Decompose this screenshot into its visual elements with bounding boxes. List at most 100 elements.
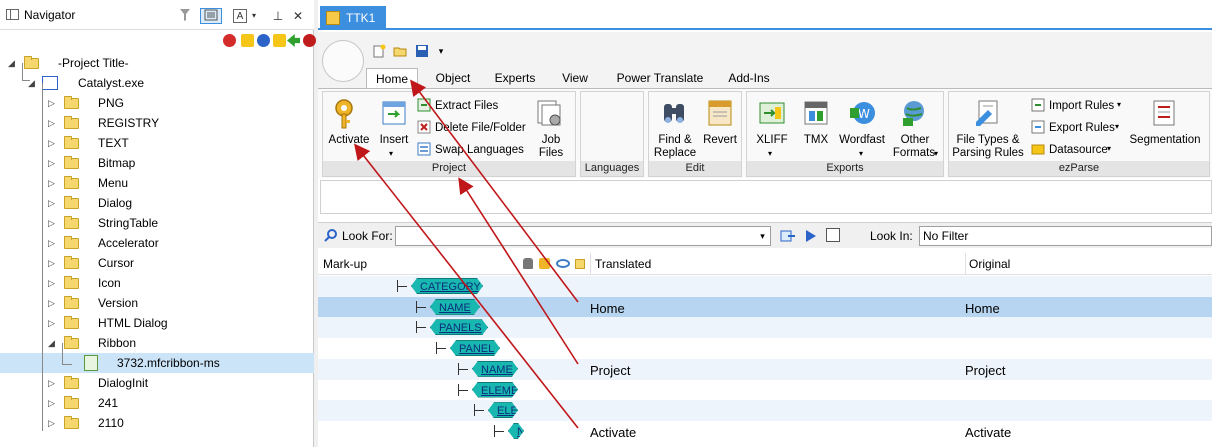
datasource-label: Datasource — [1049, 144, 1108, 156]
pin-icon[interactable]: ⊥ — [272, 8, 284, 24]
tab-home[interactable]: Home — [366, 68, 418, 89]
folder-icon — [64, 276, 79, 289]
bookmark-icon[interactable] — [273, 34, 286, 47]
xliff-icon — [757, 98, 787, 128]
back-arrow-icon[interactable] — [287, 34, 300, 47]
tree-item-label: StringTable — [98, 216, 159, 230]
tab-view[interactable]: View — [550, 68, 600, 89]
navigator-header: Navigator A ▾ ⊥ ✕ — [0, 0, 314, 30]
markup-tag[interactable]: ELEMENTS — [472, 382, 518, 398]
table-row[interactable]: NAME Activate Activate — [318, 420, 1212, 442]
play-icon[interactable] — [804, 228, 818, 244]
table-row[interactable]: PANEL — [318, 338, 1212, 360]
filter-icon[interactable] — [178, 8, 192, 24]
chevron-down-icon[interactable]: ▾ — [755, 227, 770, 245]
options-checkbox[interactable] — [826, 228, 840, 242]
table-row[interactable]: ELEMENT — [318, 400, 1212, 422]
tree-item-label: -Project Title- — [58, 56, 129, 70]
other-formats-label-1: Other — [900, 134, 930, 146]
close-icon[interactable]: ✕ — [292, 8, 304, 24]
translated-cell[interactable]: Home — [590, 301, 625, 316]
job-files-label-2: Files — [538, 147, 564, 159]
collapse-icon[interactable]: ◢ — [8, 53, 15, 73]
project-icon — [326, 11, 340, 25]
column-translated[interactable]: Translated — [595, 257, 651, 271]
tree-item-label: Catalyst.exe — [78, 76, 145, 90]
markup-tag[interactable]: ELEMENT — [488, 402, 518, 418]
table-row[interactable]: PANELS — [318, 317, 1212, 339]
table-row[interactable]: NAME Home Home — [318, 296, 1212, 318]
folder-icon — [64, 96, 79, 109]
tree-item-label: REGISTRY — [98, 116, 160, 130]
tree-item-label: Bitmap — [98, 156, 136, 170]
save-icon[interactable] — [415, 44, 429, 58]
markup-tag[interactable]: CATEGORY — [411, 278, 483, 294]
group-project: Activate Insert ▾ Extract Files Delete F… — [322, 91, 576, 177]
delete-icon — [417, 120, 431, 134]
revert-label: Revert — [703, 134, 737, 146]
tree-item-label: Cursor — [98, 256, 135, 270]
tab-object[interactable]: Object — [426, 68, 480, 89]
cancel-icon[interactable] — [303, 34, 316, 47]
original-cell: Activate — [965, 424, 1012, 440]
group-ezparse: File Types & Parsing Rules Import Rules … — [948, 91, 1210, 177]
new-file-icon[interactable] — [372, 44, 386, 58]
folder-icon — [64, 216, 79, 229]
chevron-down-icon: ▾ — [1107, 144, 1112, 153]
tree-item-label: 241 — [98, 396, 119, 410]
chevron-down-icon[interactable]: ▾ — [250, 8, 258, 24]
folder-icon — [64, 416, 79, 429]
table-row[interactable]: ELEMENTS — [318, 379, 1212, 401]
info-icon[interactable] — [257, 34, 270, 47]
table-row[interactable]: CATEGORY — [318, 276, 1212, 297]
look-in-select[interactable]: No Filter — [919, 226, 1212, 246]
tab-experts[interactable]: Experts — [488, 68, 542, 89]
ribbon-preview-area — [320, 180, 1212, 214]
translated-cell[interactable]: Activate — [590, 425, 636, 440]
tab-ttk1[interactable]: TTK1 — [320, 6, 386, 30]
tree-item[interactable]: ◢ -Project Title- — [0, 53, 314, 73]
group-languages: Languages — [580, 91, 644, 177]
folder-icon — [64, 396, 79, 409]
folder-icon — [64, 296, 79, 309]
application-button[interactable] — [322, 40, 364, 82]
chevron-down-icon: ▾ — [859, 149, 864, 158]
markup-tag[interactable]: NAME — [430, 299, 480, 315]
ribbon-body: Activate Insert ▾ Extract Files Delete F… — [318, 88, 1212, 178]
segmentation-icon — [1149, 98, 1179, 128]
markup-tag[interactable]: PANEL — [450, 340, 500, 356]
note-icon[interactable] — [241, 34, 254, 47]
column-markup[interactable]: Mark-up — [323, 257, 367, 271]
tree-item-label: Version — [98, 296, 139, 310]
column-original[interactable]: Original — [969, 257, 1010, 271]
original-cell: Home — [965, 300, 1000, 316]
tree-connector — [416, 327, 426, 329]
datasource-icon — [1031, 142, 1045, 156]
grid-header: Mark-up Translated Original — [318, 253, 1212, 275]
markup-tag[interactable]: PANELS — [430, 319, 488, 335]
folder-icon — [64, 316, 79, 329]
folder-icon — [64, 116, 79, 129]
table-row[interactable]: NAME Project Project — [318, 358, 1212, 380]
chevron-down-icon: ▾ — [1117, 100, 1122, 109]
tab-add-ins[interactable]: Add-Ins — [716, 68, 782, 89]
resource-file-icon — [84, 355, 98, 371]
list-view-icon[interactable] — [200, 8, 222, 24]
tree-item-label: 3732.mfcribbon-ms — [117, 356, 220, 370]
font-size-button[interactable]: A — [233, 9, 247, 23]
stop-icon[interactable] — [223, 34, 236, 47]
wordfast-label: Wordfast — [839, 134, 885, 146]
activate-label: Activate — [328, 134, 370, 146]
look-for-input[interactable] — [395, 226, 771, 246]
translated-cell[interactable]: Project — [590, 363, 630, 378]
customize-qat-icon[interactable]: ▾ — [434, 44, 448, 58]
find-next-icon[interactable] — [780, 228, 796, 244]
markup-tag[interactable]: NAME — [472, 361, 518, 377]
tab-power-translate[interactable]: Power Translate — [610, 68, 710, 89]
look-for-label: Look For: — [342, 229, 393, 243]
open-folder-icon[interactable] — [393, 44, 407, 58]
folder-icon — [64, 256, 79, 269]
file-types-icon — [973, 98, 1003, 128]
markup-tag[interactable]: NAME — [508, 423, 524, 439]
tree-connector — [62, 343, 72, 365]
